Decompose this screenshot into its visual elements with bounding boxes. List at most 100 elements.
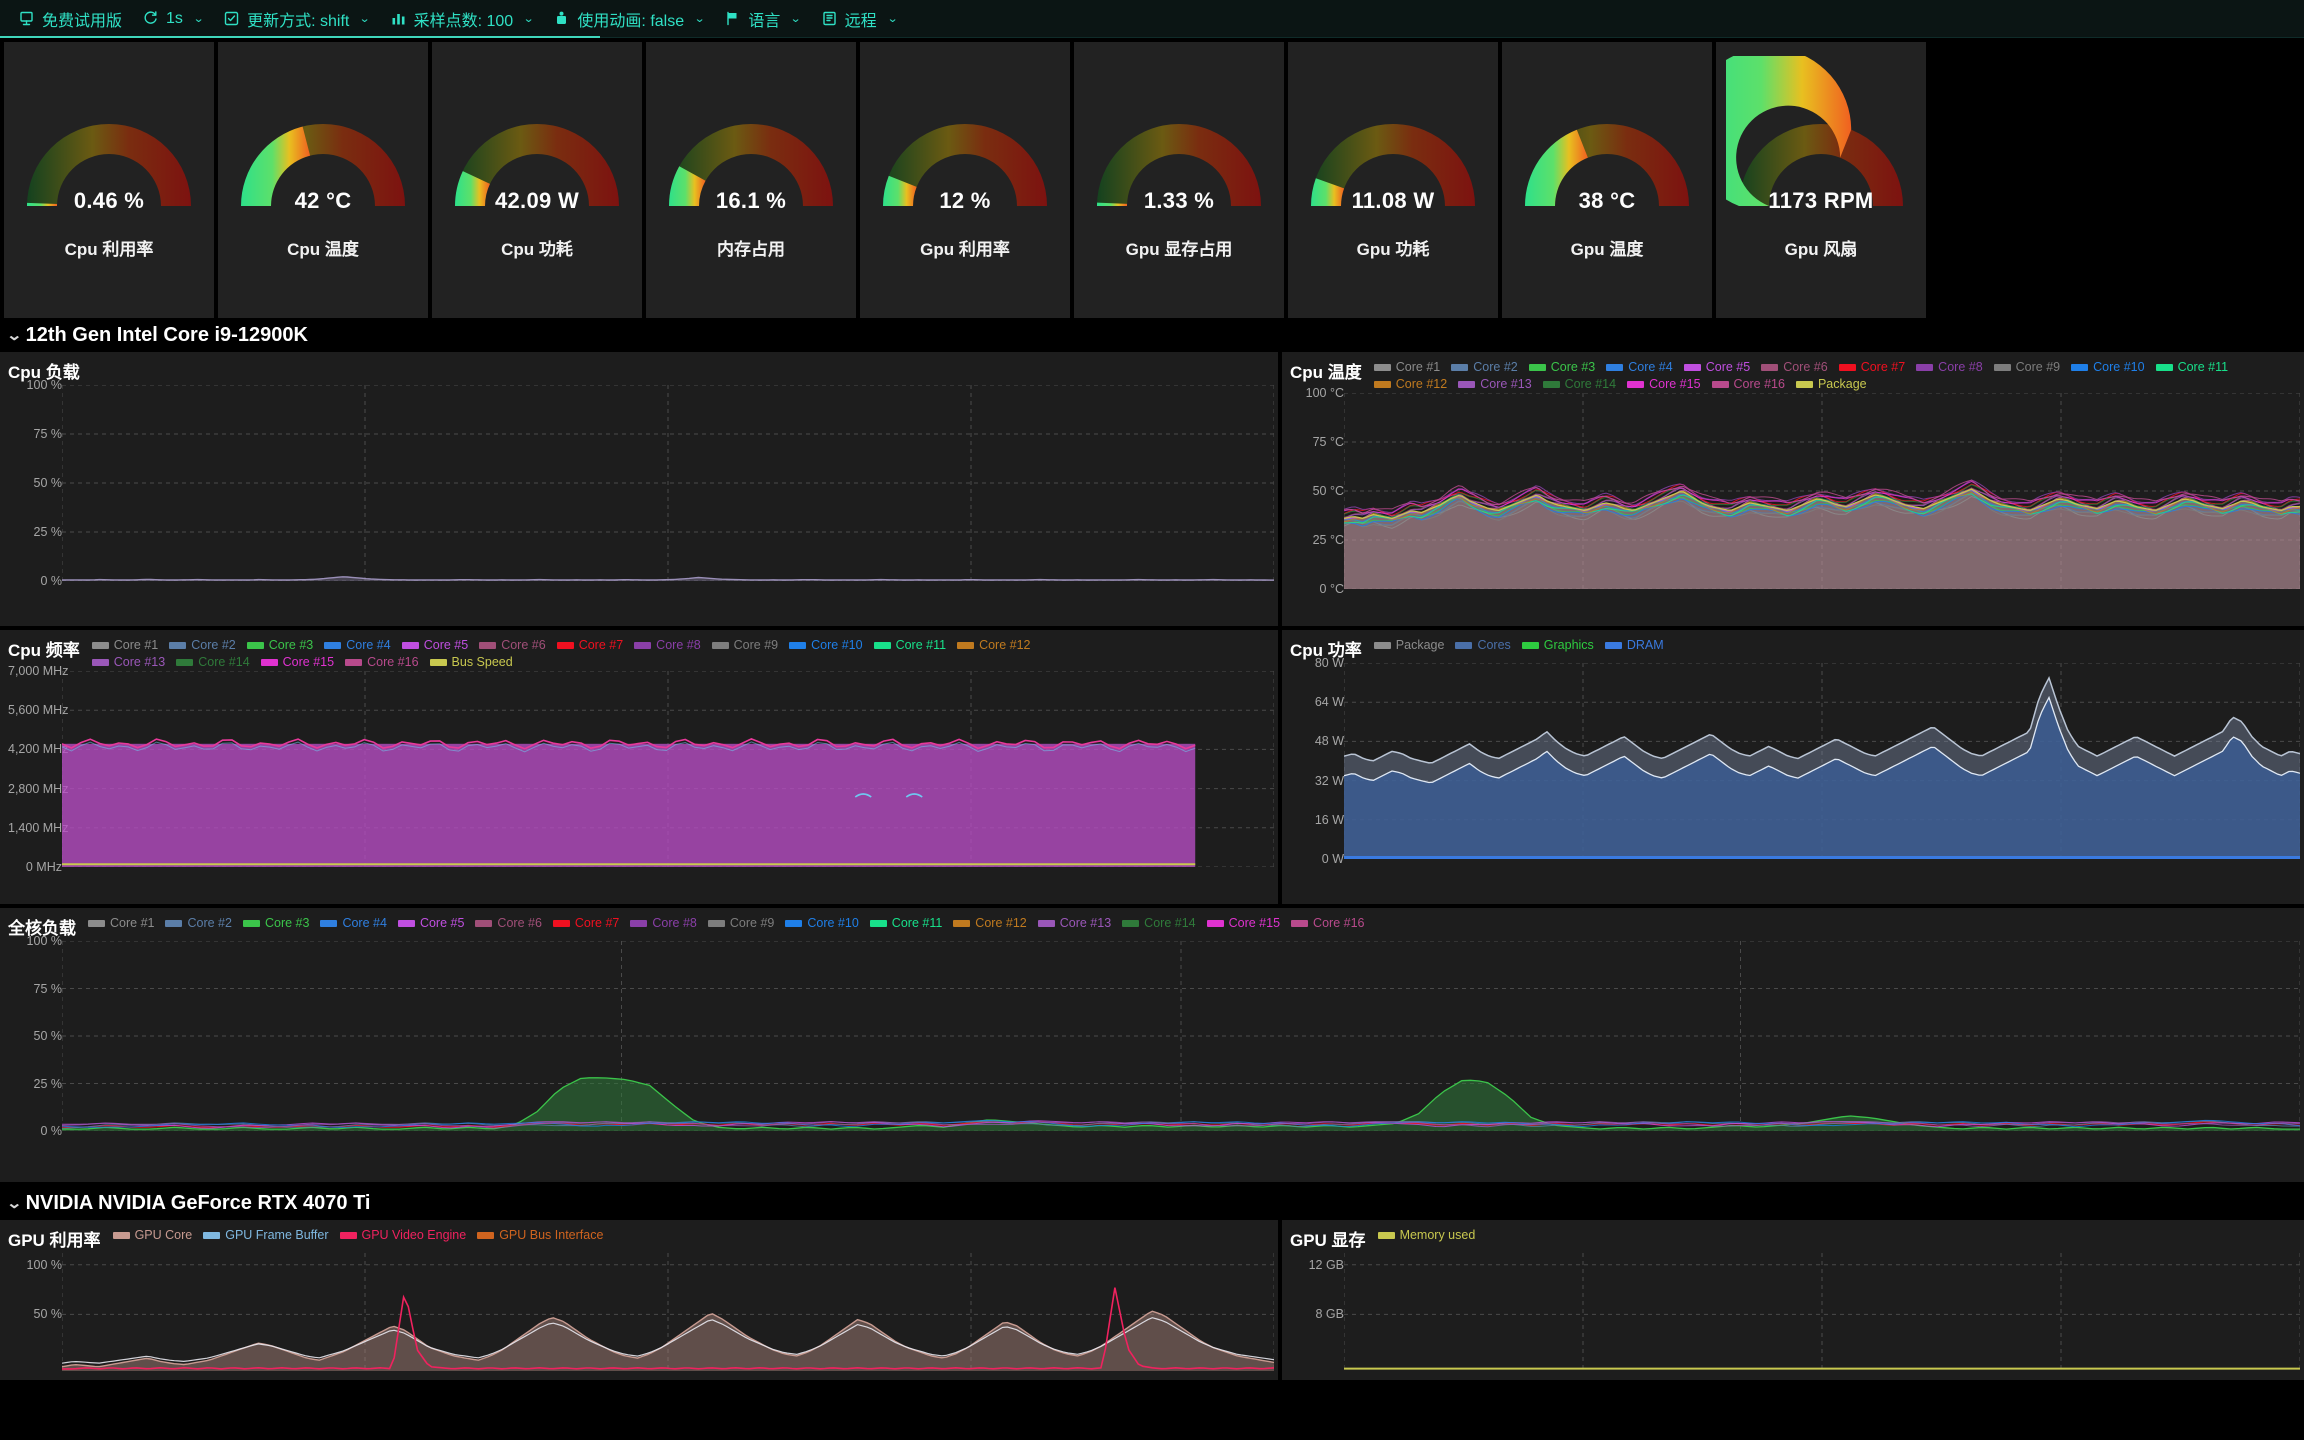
- legend-item[interactable]: Core #14: [1122, 916, 1196, 930]
- legend-item[interactable]: Package: [1795, 377, 1867, 391]
- y-axis: 7,000 MHz 5,600 MHz 4,200 MHz 2,800 MHz 1,40…: [0, 664, 68, 874]
- legend-item[interactable]: GPU Bus Interface: [477, 1228, 603, 1242]
- gauge-card-1[interactable]: 42 °C Cpu 温度: [218, 42, 428, 318]
- legend-item[interactable]: Package: [1373, 638, 1444, 652]
- chevron-down-icon[interactable]: ⌄: [694, 12, 706, 25]
- legend-item[interactable]: Core #7: [552, 916, 619, 930]
- legend-item[interactable]: Core #7: [1838, 360, 1905, 374]
- section-header-gpu[interactable]: ⌄ NVIDIA NVIDIA GeForce RTX 4070 Ti: [0, 1186, 2304, 1220]
- legend-item[interactable]: Core #4: [1606, 360, 1673, 374]
- gauge-card-7[interactable]: 38 °C Gpu 温度: [1502, 42, 1712, 318]
- legend-item[interactable]: Memory used: [1377, 1228, 1475, 1242]
- legend-item[interactable]: Core #13: [1458, 377, 1532, 391]
- legend-item[interactable]: GPU Frame Buffer: [203, 1228, 329, 1242]
- legend-item[interactable]: Core #2: [165, 916, 232, 930]
- gauge-value: 42.09 W: [494, 188, 580, 213]
- legend-item[interactable]: Core #2: [169, 638, 236, 652]
- legend-item[interactable]: Core #11: [869, 916, 942, 930]
- y-tick-label: 48 W: [1314, 734, 1344, 749]
- toolbar-item-0[interactable]: 免费试用版: [14, 3, 138, 35]
- legend-item[interactable]: DRAM: [1604, 638, 1664, 652]
- legend-item[interactable]: Core #10: [2071, 360, 2145, 374]
- toolbar-item-2[interactable]: 更新方式: shift ⌄: [219, 3, 385, 35]
- legend-label: Core #3: [268, 638, 314, 652]
- legend-item[interactable]: Core #15: [260, 655, 334, 669]
- legend-item[interactable]: Core #16: [345, 655, 419, 669]
- gauge-card-6[interactable]: 11.08 W Gpu 功耗: [1288, 42, 1498, 318]
- legend-item[interactable]: Core #9: [1993, 360, 2060, 374]
- legend-item[interactable]: Core #3: [246, 638, 314, 652]
- chart-legend: Memory used: [1377, 1225, 1475, 1242]
- gauge-arc: 0.46 %: [14, 56, 204, 221]
- gauge-arc: 16.1 %: [656, 56, 846, 221]
- toolbar-item-1[interactable]: 1s ⌄: [138, 6, 219, 32]
- legend-item[interactable]: Core #15: [1627, 377, 1701, 391]
- gauge-label: Cpu 温度: [287, 240, 359, 259]
- legend-item[interactable]: Core #6: [1761, 360, 1828, 374]
- toolbar-item-5[interactable]: 语言 ⌄: [720, 3, 816, 35]
- toolbar-item-3[interactable]: 采样点数: 100 ⌄: [386, 3, 550, 35]
- gauge-card-5[interactable]: 1.33 % Gpu 显存占用: [1074, 42, 1284, 318]
- legend-item[interactable]: Core #15: [1206, 916, 1280, 930]
- gauge-card-2[interactable]: 42.09 W Cpu 功耗: [432, 42, 642, 318]
- legend-label: Core #10: [807, 916, 859, 930]
- chevron-down-icon[interactable]: ⌄: [886, 12, 898, 25]
- legend-swatch: [477, 1231, 495, 1239]
- legend-item[interactable]: Core #14: [1542, 377, 1617, 391]
- legend-item[interactable]: Core #4: [324, 638, 391, 652]
- gauge-card-0[interactable]: 0.46 % Cpu 利用率: [4, 42, 214, 318]
- legend-item[interactable]: Core #5: [1683, 360, 1750, 374]
- legend-item[interactable]: Core #8: [634, 638, 701, 652]
- legend-item[interactable]: Core #2: [1451, 360, 1518, 374]
- legend-item[interactable]: Core #16: [1291, 916, 1364, 930]
- legend-swatch: [1521, 641, 1539, 649]
- toolbar-item-4[interactable]: 使用动画: false ⌄: [549, 3, 720, 35]
- legend-item[interactable]: Core #11: [2155, 360, 2228, 374]
- gauge-card-8[interactable]: 1173 RPM Gpu 风扇: [1716, 42, 1926, 318]
- chevron-down-icon[interactable]: ⌄: [193, 12, 205, 25]
- legend-item[interactable]: Core #12: [1373, 377, 1447, 391]
- legend-item[interactable]: Core #11: [873, 638, 946, 652]
- chart-legend: Core #1 Core #2 Core #3 Core #4 Core #5 Core …: [91, 635, 1092, 669]
- gauge-value: 1.33 %: [1143, 188, 1215, 213]
- legend-item[interactable]: Core #1: [1373, 360, 1440, 374]
- legend-item[interactable]: Core #16: [1711, 377, 1785, 391]
- legend-item[interactable]: Core #8: [630, 916, 697, 930]
- legend-item[interactable]: Core #9: [707, 916, 774, 930]
- legend-item[interactable]: GPU Core: [112, 1228, 192, 1242]
- legend-item[interactable]: Core #13: [91, 655, 165, 669]
- legend-item[interactable]: Core #10: [785, 916, 859, 930]
- legend-item[interactable]: Core #4: [320, 916, 387, 930]
- section-header-cpu[interactable]: ⌄ 12th Gen Intel Core i9-12900K: [0, 318, 2304, 352]
- gauge-card-4[interactable]: 12 % Gpu 利用率: [860, 42, 1070, 318]
- legend-item[interactable]: Core #14: [176, 655, 250, 669]
- legend-item[interactable]: Core #1: [91, 638, 158, 652]
- legend-item[interactable]: GPU Video Engine: [339, 1228, 466, 1242]
- gauge-card-3[interactable]: 16.1 % 内存占用: [646, 42, 856, 318]
- legend-item[interactable]: Core #10: [789, 638, 863, 652]
- legend-item[interactable]: Core #1: [88, 916, 154, 930]
- legend-swatch: [339, 1231, 357, 1239]
- toolbar-item-6[interactable]: 远程 ⌄: [817, 3, 913, 35]
- legend-item[interactable]: Core #3: [242, 916, 309, 930]
- legend-item[interactable]: Core #5: [397, 916, 464, 930]
- legend-item[interactable]: Core #12: [957, 638, 1031, 652]
- legend-item[interactable]: Core #13: [1037, 916, 1111, 930]
- legend-item[interactable]: Core #9: [711, 638, 778, 652]
- legend-label: Core #14: [1564, 377, 1617, 391]
- legend-item[interactable]: Core #3: [1528, 360, 1595, 374]
- legend-item[interactable]: Cores: [1455, 638, 1511, 652]
- chevron-down-icon[interactable]: ⌄: [790, 12, 802, 25]
- panel-title: GPU 显存: [1290, 1231, 1366, 1250]
- legend-item[interactable]: Graphics: [1521, 638, 1594, 652]
- legend-item[interactable]: Core #7: [556, 638, 623, 652]
- legend-swatch: [203, 1231, 221, 1239]
- legend-item[interactable]: Core #5: [401, 638, 468, 652]
- chevron-down-icon[interactable]: ⌄: [523, 12, 535, 25]
- legend-item[interactable]: Bus Speed: [429, 655, 513, 669]
- legend-item[interactable]: Core #8: [1916, 360, 1983, 374]
- chevron-down-icon[interactable]: ⌄: [359, 12, 371, 25]
- legend-item[interactable]: Core #6: [479, 638, 546, 652]
- legend-item[interactable]: Core #6: [475, 916, 542, 930]
- legend-item[interactable]: Core #12: [953, 916, 1027, 930]
